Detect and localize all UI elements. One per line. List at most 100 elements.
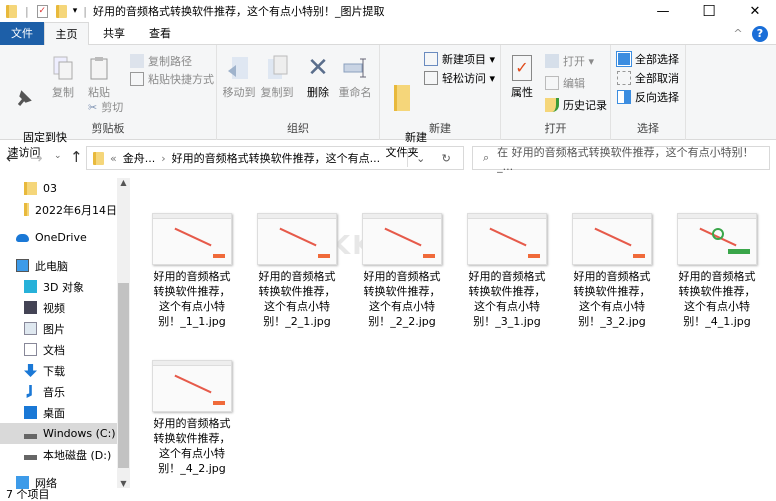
recent-locations-button[interactable]: ⌄ bbox=[54, 151, 62, 161]
breadcrumb-separator[interactable]: › bbox=[161, 152, 165, 165]
collapse-ribbon-button[interactable]: ^ bbox=[728, 22, 748, 45]
image-thumbnail bbox=[152, 213, 232, 265]
open-group-label: 打开 bbox=[544, 122, 567, 135]
file-item[interactable]: 好用的音频格式转换软件推荐，这个有点小特别！_2_2.jpg bbox=[358, 213, 446, 329]
nav-scrollbar[interactable]: ▲ ▼ bbox=[117, 178, 130, 488]
nav-item[interactable]: 2022年6月14日 bbox=[0, 199, 117, 220]
nav-item[interactable]: 3D 对象 bbox=[0, 276, 117, 297]
file-name: 好用的音频格式转换软件推荐，这个有点小特别！_2_1.jpg bbox=[258, 270, 336, 328]
nav-item[interactable]: 桌面 bbox=[0, 402, 117, 423]
search-icon: ⌕ bbox=[483, 151, 490, 164]
cloud-icon bbox=[16, 233, 29, 242]
organize-group: 移动到 复制到 ✕ 删除 重命名 组织 bbox=[217, 45, 380, 140]
clipboard-group-label: 剪贴板 bbox=[91, 122, 125, 135]
clipboard-group: 固定到快 速访问 复制 粘贴 复制路径 粘贴快捷方式 ✂ 剪切 剪贴板 bbox=[0, 45, 217, 159]
ribbon: 固定到快 速访问 复制 粘贴 复制路径 粘贴快捷方式 ✂ 剪切 剪贴板 移动到 复… bbox=[0, 45, 776, 159]
nav-item[interactable]: 03 bbox=[0, 178, 117, 199]
rename-button[interactable]: 重命名 bbox=[337, 55, 373, 100]
nav-item-label: 3D 对象 bbox=[43, 280, 84, 294]
video-icon bbox=[24, 301, 37, 314]
breadcrumb-item[interactable]: 金舟... bbox=[123, 150, 156, 166]
select-all-icon bbox=[616, 51, 632, 67]
picture-icon bbox=[24, 322, 37, 335]
nav-item[interactable]: 视频 bbox=[0, 297, 117, 318]
drive-icon bbox=[24, 455, 37, 460]
nav-item[interactable]: OneDrive bbox=[0, 227, 117, 248]
properties-icon[interactable]: ✓ bbox=[36, 4, 48, 18]
select-none-icon bbox=[617, 71, 631, 85]
nav-item[interactable]: 本地磁盘 (D:) bbox=[0, 444, 117, 465]
edit-button[interactable]: 编辑 bbox=[545, 75, 585, 91]
easy-access-button[interactable]: 轻松访问 ▾ bbox=[424, 70, 495, 86]
tab-share[interactable]: 共享 bbox=[92, 22, 136, 45]
copy-to-button[interactable]: 复制到 bbox=[259, 55, 295, 100]
file-item[interactable]: 好用的音频格式转换软件推荐，这个有点小特别！_2_1.jpg bbox=[253, 213, 341, 329]
new-item-button[interactable]: 新建项目 ▾ bbox=[424, 51, 495, 67]
scissors-icon: ✂ bbox=[88, 100, 98, 114]
nav-item[interactable]: 音乐 bbox=[0, 381, 117, 402]
tab-home[interactable]: 主页 bbox=[44, 22, 89, 46]
select-all-button[interactable]: 全部选择 bbox=[616, 51, 679, 67]
delete-x-icon: ✕ bbox=[307, 53, 329, 83]
history-button[interactable]: 历史记录 bbox=[545, 97, 607, 113]
refresh-button[interactable]: ↻ bbox=[442, 152, 451, 165]
cut-button[interactable]: ✂ 剪切 bbox=[88, 99, 123, 115]
scrollbar-thumb[interactable] bbox=[118, 283, 129, 468]
ribbon-tabs: 文件 主页 共享 查看 ^ ? bbox=[0, 22, 776, 46]
path-icon bbox=[130, 54, 144, 68]
history-icon bbox=[545, 98, 559, 112]
delete-button[interactable]: ✕ 删除 bbox=[305, 55, 331, 100]
address-overflow[interactable]: « bbox=[110, 152, 117, 165]
nav-item-label: 此电脑 bbox=[35, 259, 68, 273]
new-folder-button[interactable]: 新建 文件夹 bbox=[384, 55, 427, 160]
forward-button[interactable]: → bbox=[30, 149, 43, 167]
close-button[interactable]: ✕ bbox=[732, 0, 776, 22]
address-dropdown-button[interactable]: ⌄ bbox=[416, 152, 425, 165]
new-folder-icon[interactable] bbox=[55, 4, 67, 18]
address-bar[interactable]: « 金舟... › 好用的音频格式转换软件推荐，这个有点... ⌄ ↻ bbox=[86, 146, 464, 170]
paste-button[interactable]: 粘贴 bbox=[84, 55, 114, 100]
paste-shortcut-button[interactable]: 粘贴快捷方式 bbox=[130, 71, 214, 87]
nav-item-label: OneDrive bbox=[35, 231, 87, 244]
minimize-button[interactable]: — bbox=[640, 0, 686, 22]
help-button[interactable]: ? bbox=[752, 26, 768, 42]
pin-quick-access-button[interactable]: 固定到快 速访问 bbox=[2, 55, 67, 160]
invert-selection-button[interactable]: 反向选择 bbox=[617, 89, 679, 105]
nav-item[interactable]: 图片 bbox=[0, 318, 117, 339]
file-item[interactable]: 好用的音频格式转换软件推荐，这个有点小特别！_4_2.jpg bbox=[148, 360, 236, 476]
file-item[interactable]: 好用的音频格式转换软件推荐，这个有点小特别！_4_1.jpg bbox=[673, 213, 761, 329]
breadcrumb-item[interactable]: 好用的音频格式转换软件推荐，这个有点... bbox=[172, 150, 381, 166]
copy-path-button[interactable]: 复制路径 bbox=[130, 53, 192, 69]
nav-item[interactable]: 此电脑 bbox=[0, 255, 117, 276]
move-to-button[interactable]: 移动到 bbox=[221, 55, 257, 100]
computer-icon bbox=[16, 259, 29, 272]
easy-access-icon bbox=[424, 71, 438, 85]
search-input[interactable]: ⌕ 在 好用的音频格式转换软件推荐，这个有点小特别！_... bbox=[472, 145, 770, 173]
tab-view[interactable]: 查看 bbox=[138, 22, 182, 45]
nav-item[interactable]: 文档 bbox=[0, 339, 117, 360]
copy-button[interactable]: 复制 bbox=[48, 55, 78, 100]
open-icon bbox=[545, 54, 559, 68]
nav-item[interactable]: 下载 bbox=[0, 360, 117, 381]
properties-button[interactable]: ✓ 属性 bbox=[507, 55, 537, 100]
nav-item[interactable]: Windows (C:) bbox=[0, 423, 117, 444]
file-item[interactable]: 好用的音频格式转换软件推荐，这个有点小特别！_1_1.jpg bbox=[148, 213, 236, 329]
file-item[interactable]: 好用的音频格式转换软件推荐，这个有点小特别！_3_2.jpg bbox=[568, 213, 656, 329]
nav-item-label: 下载 bbox=[43, 364, 65, 378]
back-button[interactable]: ← bbox=[6, 149, 19, 167]
image-thumbnail bbox=[257, 213, 337, 265]
tab-file[interactable]: 文件 bbox=[0, 22, 44, 45]
nav-item-label: 图片 bbox=[43, 322, 65, 336]
nav-item-label: 本地磁盘 (D:) bbox=[43, 448, 112, 462]
search-placeholder: 在 好用的音频格式转换软件推荐，这个有点小特别！_... bbox=[497, 145, 754, 173]
open-button[interactable]: 打开 ▾ bbox=[545, 53, 594, 69]
up-button[interactable]: ↑ bbox=[70, 148, 83, 166]
file-item[interactable]: 好用的音频格式转换软件推荐，这个有点小特别！_3_1.jpg bbox=[463, 213, 551, 329]
folder-icon bbox=[24, 203, 29, 216]
qat-dropdown[interactable]: ▾ bbox=[73, 6, 78, 16]
image-thumbnail bbox=[152, 360, 232, 412]
music-icon bbox=[26, 385, 32, 398]
select-none-button[interactable]: 全部取消 bbox=[617, 70, 679, 86]
invert-selection-icon bbox=[617, 90, 631, 104]
maximize-button[interactable]: ☐ bbox=[686, 0, 732, 22]
